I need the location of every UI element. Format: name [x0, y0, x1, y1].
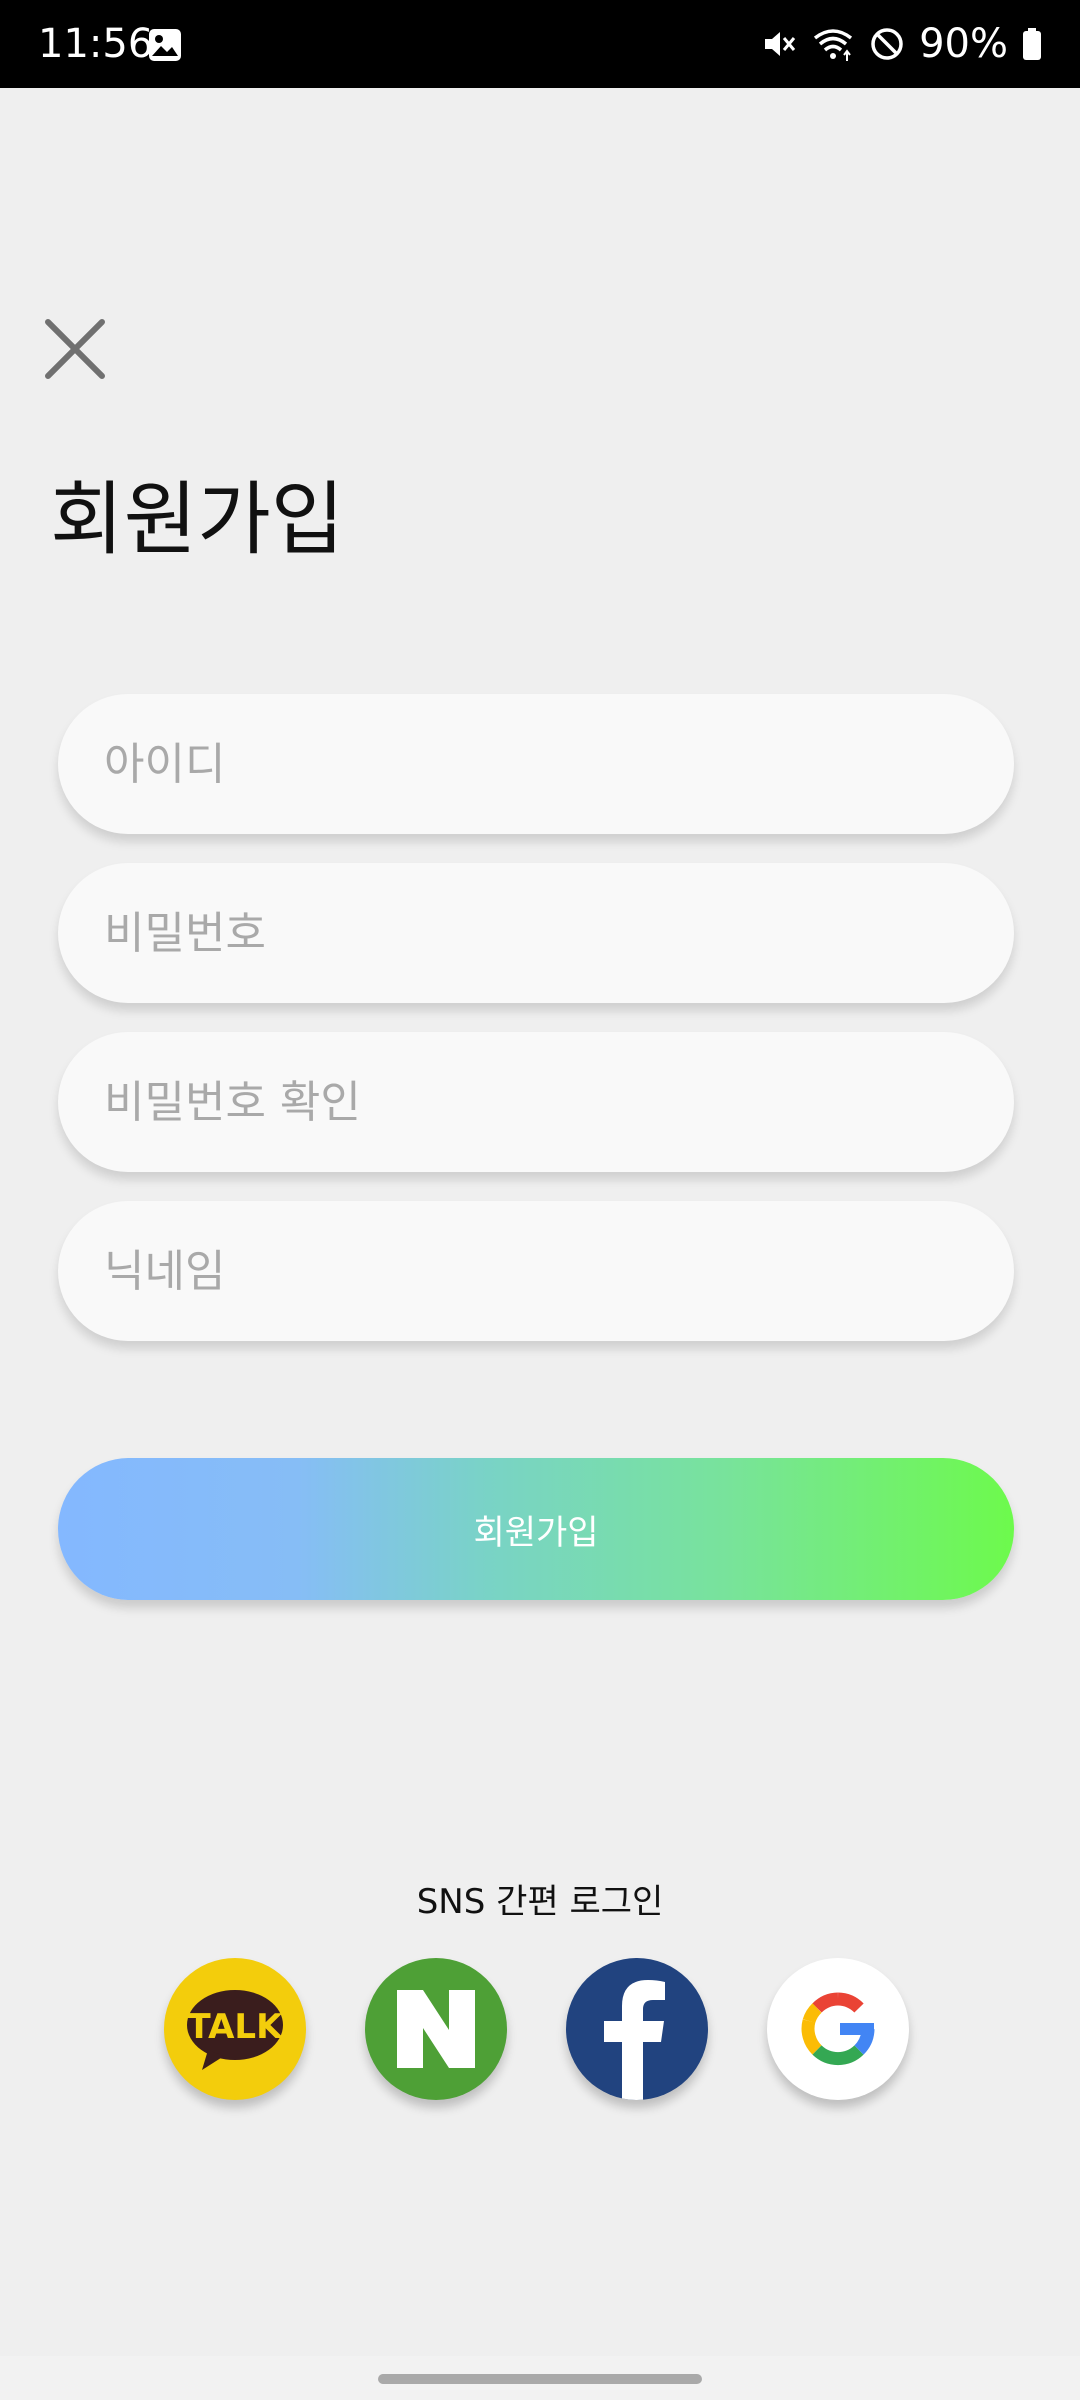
- page-title: 회원가입: [50, 473, 345, 566]
- gallery-icon: [148, 28, 182, 62]
- password-confirm-input[interactable]: [58, 1032, 1014, 1172]
- kakao-talk-icon: TALK: [187, 1990, 285, 2070]
- naver-icon: [397, 1990, 475, 2068]
- nickname-input[interactable]: [58, 1201, 1014, 1341]
- status-time: 11:56: [38, 21, 154, 67]
- signup-button[interactable]: 회원가입: [58, 1458, 1014, 1600]
- sns-login-label: SNS 간편 로그인: [416, 1882, 664, 1922]
- google-login-button[interactable]: [767, 1958, 909, 2100]
- close-button[interactable]: [42, 316, 108, 382]
- battery-percent: 90%: [919, 21, 1008, 67]
- id-input[interactable]: [58, 694, 1014, 834]
- google-icon: [801, 1992, 875, 2066]
- kakao-talk-text: TALK: [188, 2007, 285, 2047]
- status-icons: 90%: [761, 18, 1042, 70]
- facebook-login-button[interactable]: [566, 1958, 708, 2100]
- naver-login-button[interactable]: [365, 1958, 507, 2100]
- navigation-bar: [0, 2356, 1080, 2400]
- facebook-icon: [604, 1980, 665, 2100]
- kakao-login-button[interactable]: TALK: [164, 1958, 306, 2100]
- mute-icon: [761, 26, 797, 62]
- battery-icon: [1022, 26, 1042, 62]
- home-indicator[interactable]: [378, 2374, 702, 2384]
- wifi-icon: [811, 26, 855, 62]
- do-not-disturb-icon: [869, 26, 905, 62]
- signup-screen: 11:56 90% 회원가입 아이디 닉네임 회원가입 SNS 간편 로그인 T…: [0, 0, 1080, 2400]
- close-icon: [45, 319, 105, 379]
- status-bar: 11:56 90%: [0, 0, 1080, 88]
- password-input[interactable]: [58, 863, 1014, 1003]
